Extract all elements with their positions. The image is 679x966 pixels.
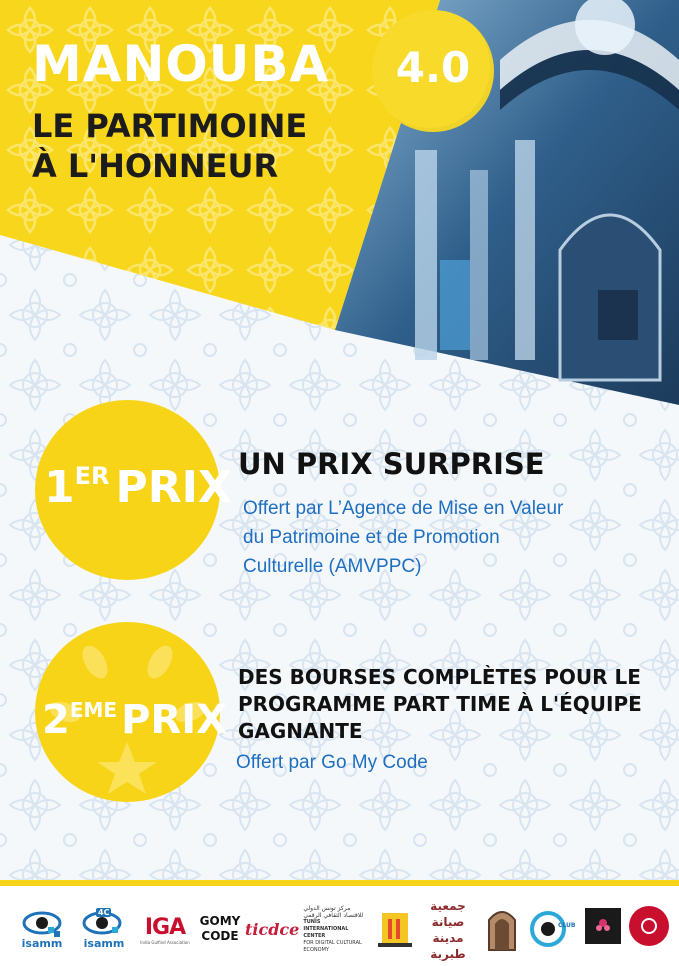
door-logo	[484, 902, 520, 954]
event-title: MANOUBA	[32, 35, 330, 93]
ticdce-en-line2: FOR DIGITAL CULTURAL ECONOMY	[303, 939, 362, 953]
isamm-4c-badge: 4C	[96, 908, 112, 917]
monument-icon	[378, 913, 412, 947]
ticdce-en-line1: TUNIS INTERNATIONAL CENTER	[303, 918, 349, 939]
second-prize-suffix: EME	[69, 698, 118, 722]
ticdce-logo: ticdce مركز تونس الدولي للاقتصاد الثقافي…	[245, 904, 367, 954]
first-prize-label: 1ER PRIX	[44, 462, 232, 513]
sponsor-footer: isamm 4C isamm IGA India Gulfind Associa…	[0, 880, 679, 966]
second-prize-title: DES BOURSES COMPLÈTES POUR LE PROGRAMME …	[238, 664, 642, 745]
second-prize-label: 2EME PRIX	[42, 697, 227, 743]
club-logo: CLUB	[526, 906, 580, 952]
event-subtitle-line2: À L'HONNEUR	[32, 147, 279, 185]
first-prize-word: PRIX	[115, 462, 232, 513]
association-line2: مدينة طبربة	[430, 931, 466, 961]
iga-caption: India Gulfind Association	[140, 940, 190, 945]
event-version: 4.0	[395, 43, 471, 92]
ticdce-mark: ticdce	[245, 919, 300, 939]
ticdce-arabic: مركز تونس الدولي للاقتصاد الثقافي الرقمي	[303, 904, 364, 919]
gomycode-logo: GOMY CODE	[199, 906, 241, 952]
event-subtitle-line1: LE PARTIMOINE	[32, 107, 308, 145]
first-prize-description-line: Culturelle (AMVPPC)	[243, 556, 422, 577]
first-prize-description-line: du Patrimoine et de Promotion	[243, 527, 500, 548]
isamm-logo: isamm	[14, 902, 70, 956]
second-prize-title-line: GAGNANTE	[238, 719, 363, 743]
association-line1: جمعية صيانة	[430, 899, 466, 929]
isamm-text: isamm	[21, 936, 63, 950]
club-text: CLUB	[558, 922, 576, 929]
first-prize-description-line: Offert par L’Agence de Mise en Valeur	[243, 498, 564, 519]
gomycode-line1: GOMY	[199, 914, 241, 928]
eye-icon	[22, 911, 62, 937]
door-icon	[488, 911, 516, 951]
isamm-4c-text: isamm	[83, 936, 125, 950]
emblem-icon	[641, 918, 657, 934]
iga-logo: IGA India Gulfind Association	[138, 908, 192, 952]
dark-square-logo	[585, 908, 621, 944]
iga-text: IGA	[144, 915, 186, 940]
tebourba-association-logo: جمعية صيانة مدينة طبربة	[420, 899, 476, 961]
second-prize-title-line: PROGRAMME PART TIME À L'ÉQUIPE	[238, 692, 642, 716]
first-prize-number: 1	[44, 462, 75, 513]
first-prize-title: UN PRIX SURPRISE	[238, 447, 545, 481]
second-prize-description: Offert par Go My Code	[236, 752, 428, 773]
red-circle-logo	[629, 906, 669, 946]
isamm-4c-logo: 4C isamm	[76, 902, 132, 956]
gomycode-line2: CODE	[201, 929, 239, 943]
first-prize-description: Offert par L’Agence de Mise en Valeur du…	[243, 494, 563, 581]
second-prize-title-line: DES BOURSES COMPLÈTES POUR LE	[238, 665, 641, 689]
flower-icon	[596, 919, 610, 931]
second-prize-word: PRIX	[121, 697, 227, 743]
second-prize-number: 2	[42, 697, 70, 743]
monument-logo	[375, 906, 415, 952]
eye-icon	[530, 911, 566, 947]
first-prize-suffix: ER	[74, 462, 110, 490]
